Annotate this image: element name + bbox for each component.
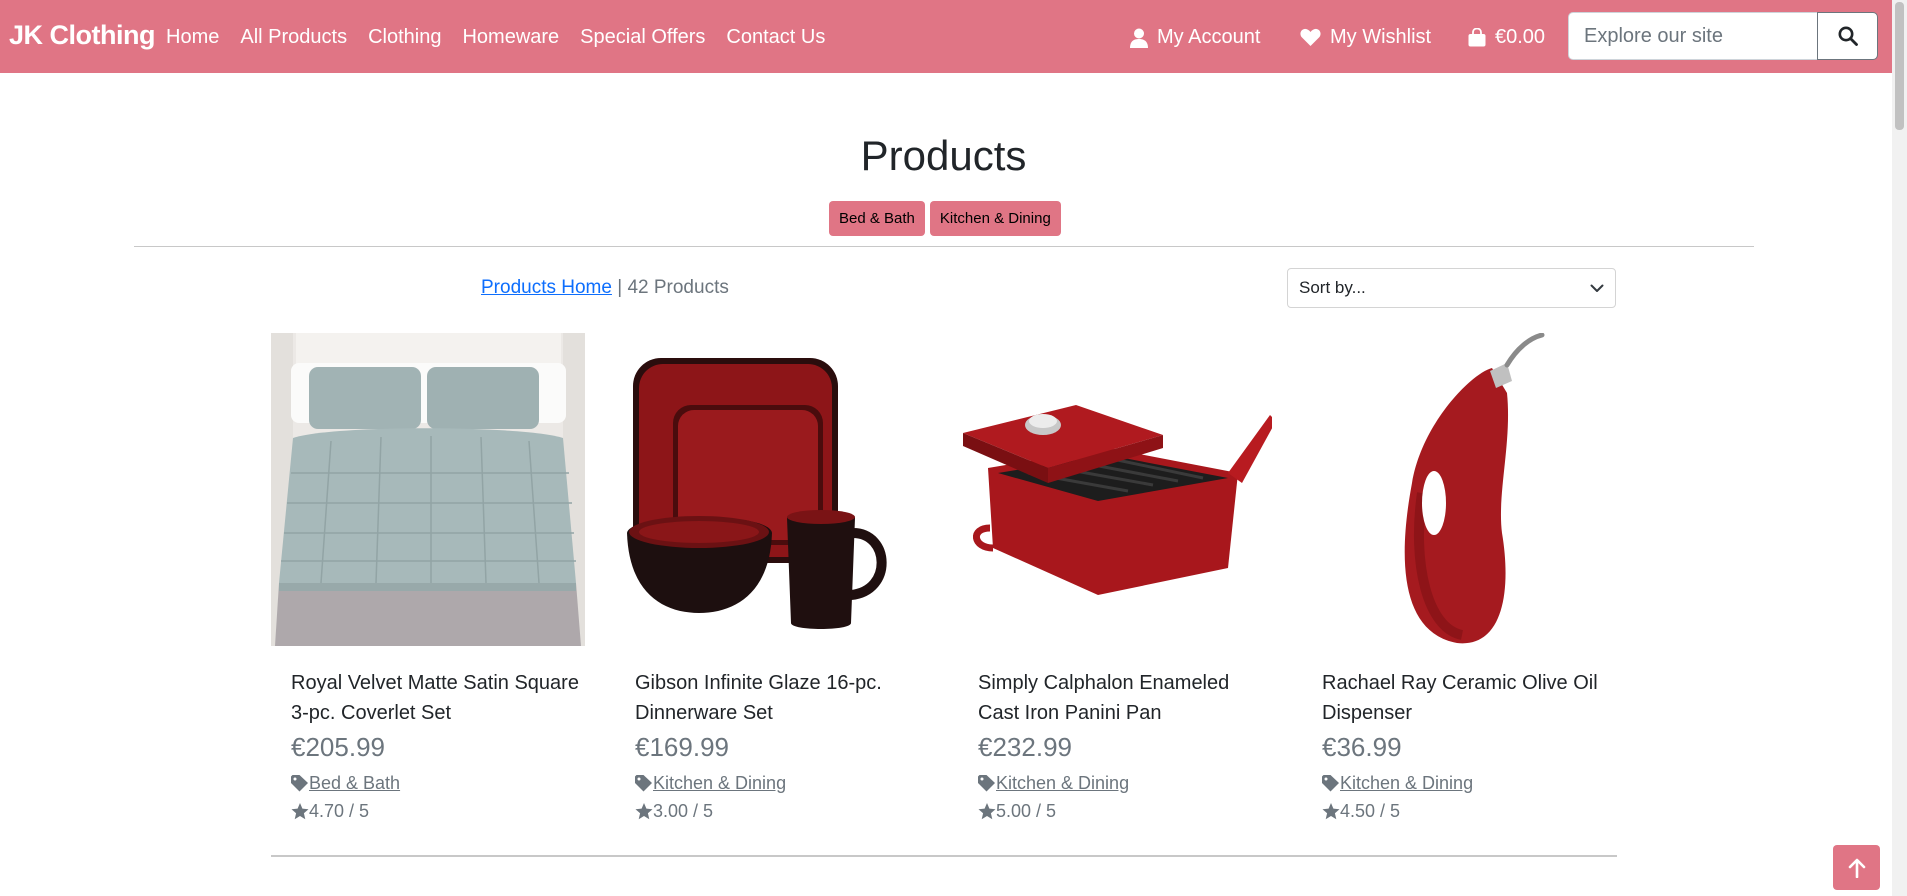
shopping-bag-icon — [1468, 28, 1486, 47]
search-input[interactable] — [1568, 12, 1818, 60]
tag-icon — [978, 775, 995, 792]
product-category-link[interactable]: Kitchen & Dining — [653, 773, 786, 794]
products-home-link[interactable]: Products Home — [481, 277, 612, 298]
tag-icon — [1322, 775, 1339, 792]
page-scrollbar[interactable] — [1892, 0, 1907, 896]
nav-link-homeware[interactable]: Homeware — [462, 26, 559, 49]
product-rating-value: 3.00 / 5 — [653, 801, 714, 821]
red-oil-dispenser-image[interactable] — [1302, 333, 1616, 646]
tag-icon — [291, 775, 308, 792]
grey-coverlet-bed-image[interactable] — [271, 333, 585, 646]
sort-select-value: Sort by... — [1299, 278, 1366, 297]
search-button[interactable] — [1817, 12, 1878, 60]
chevron-down-icon — [1590, 284, 1604, 292]
divider — [134, 246, 1754, 247]
cart-link[interactable]: €0.00 — [1468, 26, 1545, 49]
nav-link-clothing[interactable]: Clothing — [368, 26, 441, 49]
heart-icon — [1300, 28, 1321, 46]
nav-link-special-offers[interactable]: Special Offers — [580, 26, 705, 49]
user-icon — [1130, 28, 1148, 48]
divider — [271, 855, 1617, 857]
product-rating: 4.50 / 5 — [1322, 801, 1616, 822]
product-rating: 3.00 / 5 — [635, 801, 929, 822]
back-to-top-button[interactable] — [1833, 845, 1880, 890]
red-panini-pan-image[interactable] — [958, 333, 1272, 646]
red-dinnerware-set-image[interactable] — [615, 333, 929, 646]
badge-kitchen-dining[interactable]: Kitchen & Dining — [929, 201, 1061, 236]
tag-icon — [635, 775, 652, 792]
nav-link-contact-us[interactable]: Contact Us — [726, 26, 825, 49]
product-count: 42 Products — [627, 277, 729, 298]
badge-bed-bath[interactable]: Bed & Bath — [829, 201, 925, 236]
page-title: Products — [860, 132, 1027, 179]
product-rating-value: 4.50 / 5 — [1340, 801, 1401, 821]
product-price: €205.99 — [291, 732, 385, 762]
star-icon — [1322, 803, 1340, 820]
product-card[interactable]: Gibson Infinite Glaze 16-pc. Dinnerware … — [615, 333, 929, 822]
arrow-up-icon — [1848, 858, 1865, 878]
star-icon — [635, 803, 653, 820]
product-rating-value: 4.70 / 5 — [309, 801, 370, 821]
product-rating-value: 5.00 / 5 — [996, 801, 1057, 821]
cart-total: €0.00 — [1495, 26, 1546, 48]
product-rating: 5.00 / 5 — [978, 801, 1272, 822]
star-icon — [978, 803, 996, 820]
product-price: €169.99 — [635, 732, 729, 762]
breadcrumb: Products Home | 42 Products — [481, 277, 729, 299]
product-category[interactable]: Kitchen & Dining — [635, 773, 929, 794]
product-category-link[interactable]: Kitchen & Dining — [1340, 773, 1473, 794]
product-category[interactable]: Kitchen & Dining — [978, 773, 1272, 794]
sort-select[interactable]: Sort by... — [1287, 268, 1616, 308]
my-account-label: My Account — [1157, 26, 1261, 48]
my-wishlist-label: My Wishlist — [1330, 26, 1432, 48]
category-filter-badges: Bed & Bath Kitchen & Dining — [829, 201, 1061, 236]
top-navbar: JK Clothing Home All Products Clothing H… — [0, 0, 1892, 73]
star-icon — [291, 803, 309, 820]
product-name[interactable]: Simply Calphalon Enameled Cast Iron Pani… — [978, 668, 1268, 728]
product-price: €36.99 — [1322, 732, 1402, 762]
nav-link-home[interactable]: Home — [166, 26, 219, 49]
product-category[interactable]: Bed & Bath — [291, 773, 585, 794]
my-wishlist-link[interactable]: My Wishlist — [1300, 26, 1431, 49]
product-card[interactable]: Simply Calphalon Enameled Cast Iron Pani… — [958, 333, 1272, 822]
product-name[interactable]: Royal Velvet Matte Satin Square 3-pc. Co… — [291, 668, 581, 728]
product-card[interactable]: Rachael Ray Ceramic Olive Oil Dispenser … — [1302, 333, 1616, 822]
product-card[interactable]: Royal Velvet Matte Satin Square 3-pc. Co… — [271, 333, 585, 822]
main-nav: Home All Products Clothing Homeware Spec… — [166, 26, 846, 49]
product-category-link[interactable]: Kitchen & Dining — [996, 773, 1129, 794]
product-name[interactable]: Rachael Ray Ceramic Olive Oil Dispenser — [1322, 668, 1612, 728]
scrollbar-thumb[interactable] — [1895, 2, 1904, 130]
breadcrumb-separator: | — [617, 277, 623, 298]
product-category[interactable]: Kitchen & Dining — [1322, 773, 1616, 794]
product-category-link[interactable]: Bed & Bath — [309, 773, 400, 794]
product-price: €232.99 — [978, 732, 1072, 762]
product-rating: 4.70 / 5 — [291, 801, 585, 822]
product-name[interactable]: Gibson Infinite Glaze 16-pc. Dinnerware … — [635, 668, 925, 728]
nav-link-all-products[interactable]: All Products — [240, 26, 347, 49]
my-account-link[interactable]: My Account — [1130, 26, 1260, 49]
search-icon — [1838, 26, 1858, 46]
brand-logo[interactable]: JK Clothing — [9, 20, 155, 51]
